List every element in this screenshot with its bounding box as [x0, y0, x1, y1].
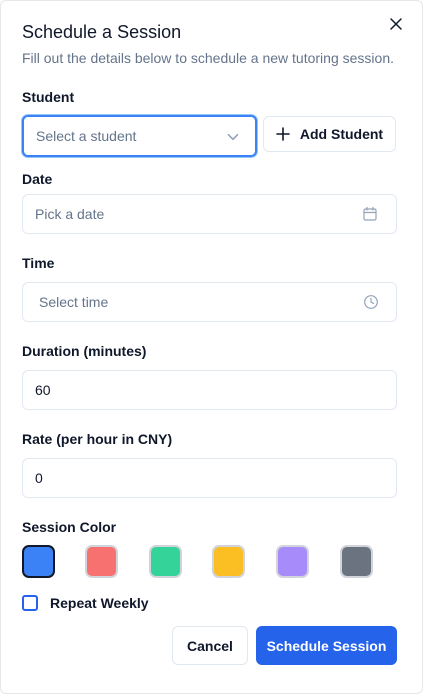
- add-student-button[interactable]: Add Student: [263, 116, 396, 152]
- time-label: Time: [22, 255, 55, 271]
- add-student-label: Add Student: [299, 126, 384, 142]
- dialog-title: Schedule a Session: [22, 22, 182, 42]
- cancel-button[interactable]: Cancel: [172, 626, 248, 665]
- color-swatch-fill: [22, 545, 55, 578]
- repeat-weekly-checkbox[interactable]: [22, 595, 38, 611]
- time-placeholder: Select time: [39, 294, 109, 310]
- color-swatch[interactable]: [276, 545, 309, 578]
- repeat-weekly-label: Repeat Weekly: [50, 595, 149, 611]
- calendar-icon: [363, 206, 377, 221]
- schedule-session-dialog: Schedule a Session Fill out the details …: [0, 0, 423, 694]
- duration-input[interactable]: 60: [22, 370, 397, 410]
- color-swatch-fill: [85, 545, 118, 578]
- date-label: Date: [22, 171, 53, 187]
- rate-value: 0: [35, 470, 43, 486]
- color-swatch-fill: [212, 545, 245, 578]
- duration-value: 60: [35, 382, 51, 398]
- student-select[interactable]: Select a student: [22, 115, 257, 157]
- plus-icon: [276, 127, 290, 141]
- color-swatch-fill: [340, 545, 373, 578]
- color-swatch[interactable]: [212, 545, 245, 578]
- duration-label: Duration (minutes): [22, 343, 147, 359]
- cancel-label: Cancel: [187, 637, 233, 654]
- color-swatch-fill: [149, 545, 182, 578]
- close-button[interactable]: [387, 15, 405, 33]
- time-select[interactable]: Select time: [22, 282, 397, 322]
- clock-icon: [364, 295, 378, 309]
- session-color-label: Session Color: [22, 519, 117, 535]
- date-picker[interactable]: Pick a date: [22, 194, 397, 234]
- schedule-session-label: Schedule Session: [266, 637, 387, 654]
- color-swatch-fill: [276, 545, 309, 578]
- color-swatch[interactable]: [85, 545, 118, 578]
- rate-input[interactable]: 0: [22, 458, 397, 498]
- dialog-description: Fill out the details below to schedule a…: [22, 50, 394, 66]
- color-swatch[interactable]: [149, 545, 182, 578]
- schedule-session-button[interactable]: Schedule Session: [256, 626, 397, 665]
- rate-label: Rate (per hour in CNY): [22, 431, 173, 447]
- student-select-placeholder: Select a student: [36, 128, 137, 144]
- chevron-down-icon: [227, 133, 239, 141]
- close-icon: [390, 18, 402, 30]
- color-swatch[interactable]: [22, 545, 55, 578]
- student-label: Student: [22, 89, 75, 105]
- date-placeholder: Pick a date: [35, 206, 105, 222]
- color-swatch[interactable]: [340, 545, 373, 578]
